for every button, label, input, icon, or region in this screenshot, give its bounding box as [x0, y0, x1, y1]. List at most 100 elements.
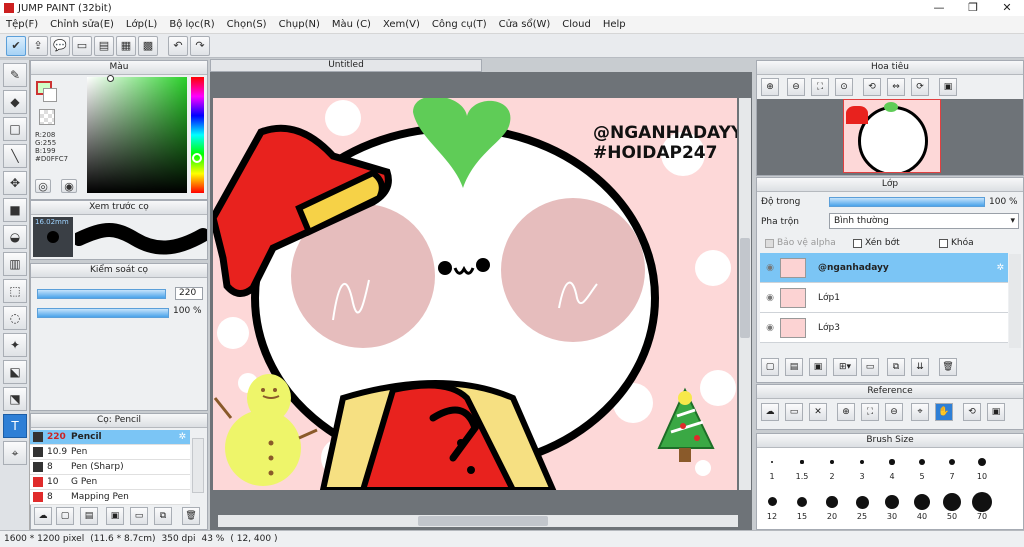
ref-fit-icon[interactable]: ⛶: [861, 403, 879, 421]
layer-opacity-slider[interactable]: [829, 197, 985, 207]
zoom-in-icon[interactable]: ⊕: [761, 78, 779, 96]
copy-layer-icon[interactable]: ▤: [785, 358, 803, 376]
brush-list-item[interactable]: 220 Pencil ✲: [30, 430, 190, 445]
menu-cloud[interactable]: Cloud: [556, 19, 597, 30]
redo-icon[interactable]: ↷: [190, 35, 210, 56]
menu-tools[interactable]: Công cụ(T): [426, 19, 493, 30]
brush-paste-icon[interactable]: ▣: [106, 507, 124, 525]
brush-size-option[interactable]: 40: [907, 492, 937, 521]
brush-cloud-icon[interactable]: ☁: [34, 507, 52, 525]
artwork-canvas[interactable]: @NGANHADAYY #HOIDAP247: [213, 98, 737, 490]
brush-copy-icon[interactable]: ▤: [80, 507, 98, 525]
gradient-tool-icon[interactable]: ▥: [3, 252, 27, 276]
ref-zoom-in-icon[interactable]: ⊕: [837, 403, 855, 421]
brush-tool-icon[interactable]: ✎: [3, 63, 27, 87]
brush-size-option[interactable]: 10: [967, 452, 997, 481]
ref-hand-icon[interactable]: ✋: [935, 403, 953, 421]
canvas-horizontal-scrollbar[interactable]: [218, 515, 738, 527]
brush-new-icon[interactable]: ▢: [56, 507, 74, 525]
transparent-color-swatch[interactable]: [39, 109, 55, 125]
fill-rect-tool-icon[interactable]: ■: [3, 198, 27, 222]
layer-row[interactable]: ◉ Lớp1: [760, 283, 1008, 313]
brush-size-option[interactable]: 2: [817, 452, 847, 481]
message-icon[interactable]: ▭: [72, 35, 92, 56]
brush-size-option[interactable]: 5: [907, 452, 937, 481]
brush-delete-icon[interactable]: 🗑: [182, 507, 200, 525]
brush-settings-icon[interactable]: ✲: [178, 432, 186, 442]
move-tool-icon[interactable]: ✥: [3, 171, 27, 195]
flip-icon[interactable]: ⇔: [887, 78, 905, 96]
bucket-tool-icon[interactable]: ◒: [3, 225, 27, 249]
actual-size-icon[interactable]: ⊙: [835, 78, 853, 96]
menu-window[interactable]: Cửa sổ(W): [493, 19, 557, 30]
menu-capture[interactable]: Chụp(N): [273, 19, 326, 30]
ref-rotate-icon[interactable]: ⟲: [963, 403, 981, 421]
settings-panel-icon[interactable]: ▩: [138, 35, 158, 56]
menu-view[interactable]: Xem(V): [377, 19, 426, 30]
brush-size-option[interactable]: 1: [757, 452, 787, 481]
minimize-button[interactable]: —: [922, 0, 956, 16]
protect-alpha-checkbox[interactable]: [765, 238, 774, 248]
brush-size-option[interactable]: 12: [757, 492, 787, 521]
brush-size-option[interactable]: 1.5: [787, 452, 817, 481]
layer-folder-icon[interactable]: ▭: [861, 358, 879, 376]
clipping-checkbox[interactable]: [853, 238, 862, 248]
select-pen-icon[interactable]: ⬕: [3, 360, 27, 384]
menu-edit[interactable]: Chỉnh sửa(E): [44, 19, 120, 30]
brush-size-option[interactable]: 3: [847, 452, 877, 481]
brush-size-option[interactable]: 50: [937, 492, 967, 521]
line-tool-icon[interactable]: ╲: [3, 144, 27, 168]
brush-list-item[interactable]: 8 Mapping Pen: [30, 490, 190, 505]
menu-file[interactable]: Tệp(F): [0, 19, 44, 30]
eraser-tool-icon[interactable]: ◆: [3, 90, 27, 114]
ref-close-icon[interactable]: ✕: [809, 403, 827, 421]
lock-checkbox[interactable]: [939, 238, 948, 248]
hue-slider[interactable]: [191, 77, 204, 193]
menu-filter[interactable]: Bộ lọc(R): [163, 19, 220, 30]
rotate-left-icon[interactable]: ⟲: [863, 78, 881, 96]
brush-size-option[interactable]: 7: [937, 452, 967, 481]
document-icon[interactable]: ▦: [116, 35, 136, 56]
magic-wand-icon[interactable]: ✦: [3, 333, 27, 357]
menu-color[interactable]: Màu (C): [326, 19, 377, 30]
brush-opacity-slider[interactable]: [37, 308, 169, 318]
layer-row[interactable]: ◉ @nganhadayy ✲: [760, 253, 1008, 283]
brush-list-item[interactable]: 10 G Pen: [30, 475, 190, 490]
rectangle-tool-icon[interactable]: □: [3, 117, 27, 141]
select-eraser-icon[interactable]: ⬔: [3, 387, 27, 411]
rotate-right-icon[interactable]: ⟳: [911, 78, 929, 96]
canvas-vertical-scrollbar[interactable]: [739, 98, 751, 490]
menu-select[interactable]: Chọn(S): [221, 19, 273, 30]
fit-window-icon[interactable]: ⛶: [811, 78, 829, 96]
text-tool-icon[interactable]: T: [3, 414, 27, 438]
layer-visibility-icon[interactable]: ◉: [760, 293, 780, 303]
layer-settings-icon[interactable]: ✲: [996, 263, 1004, 273]
brush-size-value[interactable]: 220: [175, 287, 203, 300]
navigator-options-icon[interactable]: ▣: [939, 78, 957, 96]
close-button[interactable]: ✕: [990, 0, 1024, 16]
page-icon[interactable]: ▤: [94, 35, 114, 56]
ref-open-icon[interactable]: ▭: [785, 403, 803, 421]
ref-options-icon[interactable]: ▣: [987, 403, 1005, 421]
layer-row[interactable]: ◉ Lớp3: [760, 313, 1008, 343]
brush-duplicate-icon[interactable]: ⧉: [154, 507, 172, 525]
layer-visibility-icon[interactable]: ◉: [760, 323, 780, 333]
ref-zoom-out-icon[interactable]: ⊖: [885, 403, 903, 421]
brush-size-option[interactable]: 15: [787, 492, 817, 521]
canvas-area[interactable]: @NGANHADAYY #HOIDAP247: [210, 72, 752, 530]
background-color-swatch[interactable]: [43, 88, 57, 102]
select-rect-icon[interactable]: ⬚: [3, 279, 27, 303]
brush-folder-icon[interactable]: ▭: [130, 507, 148, 525]
add-layer-menu-icon[interactable]: ⊞▾: [833, 358, 857, 376]
brush-size-slider[interactable]: [37, 289, 167, 299]
brush-list-item[interactable]: 10.9 Pen: [30, 445, 190, 460]
brush-size-option[interactable]: 25: [847, 492, 877, 521]
blend-mode-select[interactable]: Bình thường ▾: [829, 213, 1019, 229]
color-wheel-icon[interactable]: ◎: [35, 179, 51, 193]
layer-visibility-icon[interactable]: ◉: [760, 263, 780, 273]
undo-icon[interactable]: ↶: [168, 35, 188, 56]
menu-help[interactable]: Help: [597, 19, 632, 30]
new-layer-icon[interactable]: ▢: [761, 358, 779, 376]
brush-size-option[interactable]: 70: [967, 492, 997, 521]
delete-layer-icon[interactable]: 🗑: [939, 358, 957, 376]
